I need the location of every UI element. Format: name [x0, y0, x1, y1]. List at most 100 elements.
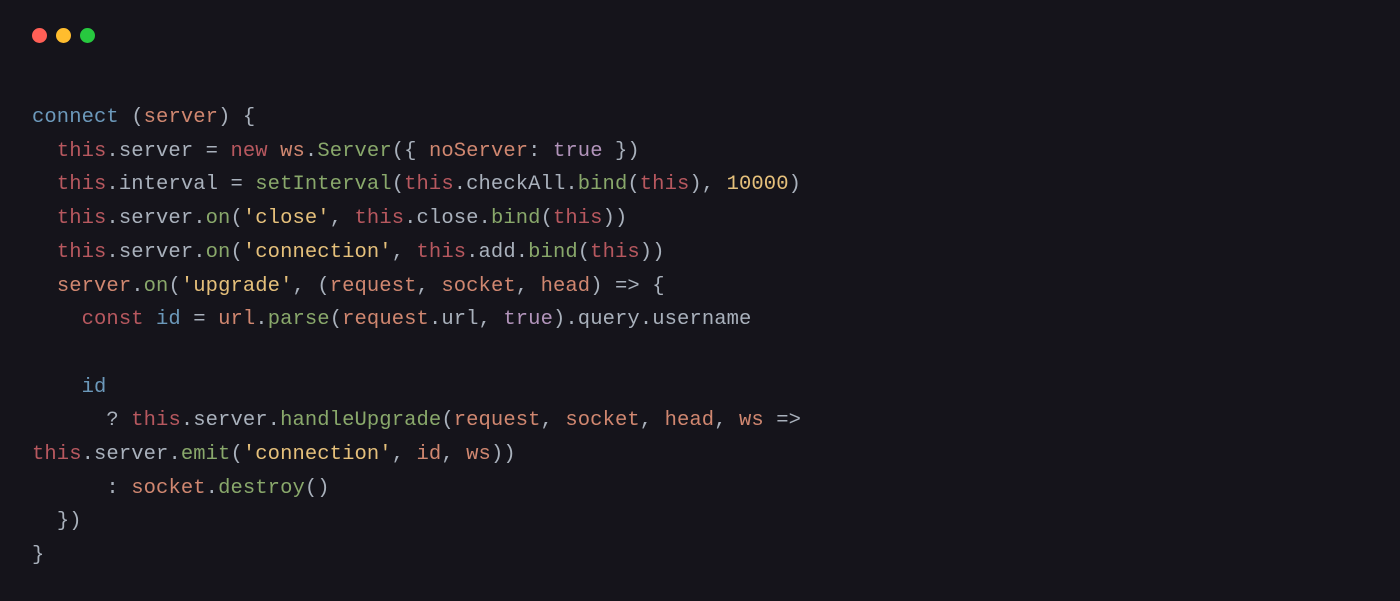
- code-token: [193, 140, 205, 163]
- code-token: .: [168, 443, 180, 466]
- code-token: =>: [615, 275, 640, 298]
- code-token: (: [541, 207, 553, 230]
- code-token: (: [168, 275, 180, 298]
- code-token: id: [82, 376, 107, 399]
- code-token: socket: [131, 477, 205, 500]
- code-token: =>: [776, 409, 801, 432]
- code-token: [727, 409, 739, 432]
- code-token: [454, 443, 466, 466]
- code-token: (: [578, 241, 590, 264]
- code-token: [218, 173, 230, 196]
- code-token: 'close': [243, 207, 330, 230]
- code-token: ws: [280, 140, 305, 163]
- code-token: [764, 409, 776, 432]
- code-token: .: [466, 241, 478, 264]
- code-token: [32, 173, 57, 196]
- code-token: (: [441, 409, 453, 432]
- code-token: 'connection': [243, 241, 392, 264]
- code-token: [32, 510, 57, 533]
- code-token: [32, 140, 57, 163]
- code-token: true: [503, 308, 553, 331]
- code-token: ): [789, 173, 801, 196]
- code-token: [32, 376, 82, 399]
- code-token: .: [131, 275, 143, 298]
- code-token: ): [590, 275, 602, 298]
- code-block: connect (server) { this.server = new ws.…: [32, 101, 1368, 573]
- code-token: ,: [392, 241, 404, 264]
- code-token: username: [652, 308, 751, 331]
- code-token: server: [193, 409, 267, 432]
- code-token: this: [355, 207, 405, 230]
- code-token: [32, 308, 82, 331]
- code-token: server: [119, 207, 193, 230]
- code-token: ): [627, 140, 639, 163]
- maximize-icon[interactable]: [80, 28, 95, 43]
- code-token: [491, 308, 503, 331]
- code-token: id: [417, 443, 442, 466]
- code-token: .: [429, 308, 441, 331]
- close-icon[interactable]: [32, 28, 47, 43]
- code-token: Server: [317, 140, 391, 163]
- code-token: ,: [417, 275, 429, 298]
- code-token: emit: [181, 443, 231, 466]
- code-token: {: [652, 275, 664, 298]
- code-token: ,: [640, 409, 652, 432]
- code-token: ): [69, 510, 81, 533]
- code-token: }: [57, 510, 69, 533]
- code-token: this: [417, 241, 467, 264]
- code-token: checkAll: [466, 173, 565, 196]
- code-token: [342, 207, 354, 230]
- code-token: this: [57, 241, 107, 264]
- code-token: connect: [32, 106, 119, 129]
- code-token: ): [553, 308, 565, 331]
- code-token: [32, 275, 57, 298]
- code-token: (: [230, 443, 242, 466]
- code-token: .: [255, 308, 267, 331]
- minimize-icon[interactable]: [56, 28, 71, 43]
- code-token: socket: [565, 409, 639, 432]
- code-token: ): [503, 443, 515, 466]
- code-token: request: [342, 308, 429, 331]
- code-token: [230, 106, 242, 129]
- code-token: ,: [541, 409, 553, 432]
- code-token: noServer: [429, 140, 528, 163]
- code-token: add: [479, 241, 516, 264]
- code-token: ): [317, 477, 329, 500]
- code-token: (: [230, 241, 242, 264]
- code-token: this: [404, 173, 454, 196]
- code-token: ): [615, 207, 627, 230]
- code-token: [119, 477, 131, 500]
- code-token: [32, 241, 57, 264]
- code-token: ,: [714, 409, 726, 432]
- code-token: url: [218, 308, 255, 331]
- code-token: [652, 409, 664, 432]
- code-token: (: [627, 173, 639, 196]
- code-token: .: [193, 207, 205, 230]
- code-token: [119, 106, 131, 129]
- code-token: ,: [392, 443, 404, 466]
- code-token: =: [193, 308, 205, 331]
- code-token: .: [305, 140, 317, 163]
- code-token: :: [528, 140, 540, 163]
- code-token: this: [590, 241, 640, 264]
- code-token: {: [404, 140, 416, 163]
- code-token: =: [206, 140, 218, 163]
- code-token: [32, 207, 57, 230]
- code-token: [404, 443, 416, 466]
- code-token: ,: [441, 443, 453, 466]
- code-token: .: [640, 308, 652, 331]
- code-token: this: [57, 207, 107, 230]
- code-token: ,: [479, 308, 491, 331]
- code-token: bind: [578, 173, 628, 196]
- code-token: .: [479, 207, 491, 230]
- code-token: id: [156, 308, 181, 331]
- code-token: close: [417, 207, 479, 230]
- code-token: server: [119, 140, 193, 163]
- code-token: [640, 275, 652, 298]
- code-token: .: [193, 241, 205, 264]
- code-token: (: [305, 477, 317, 500]
- code-token: this: [553, 207, 603, 230]
- code-token: [305, 275, 317, 298]
- code-token: [243, 173, 255, 196]
- code-token: [714, 173, 726, 196]
